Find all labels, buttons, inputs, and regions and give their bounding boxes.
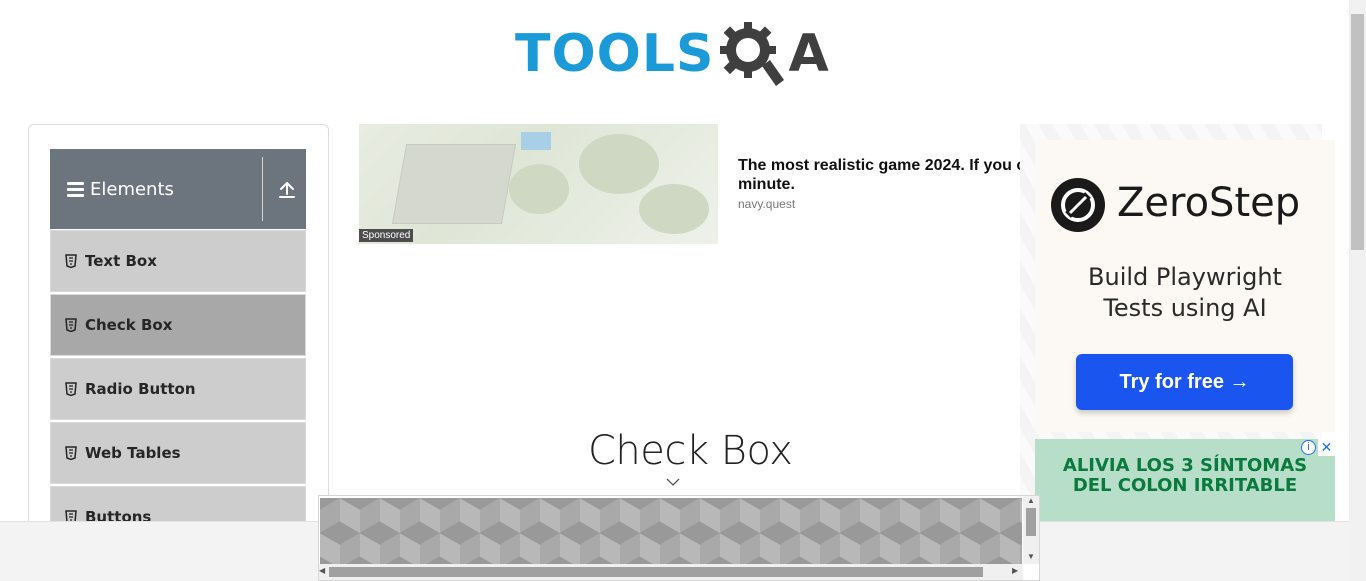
ad-image-vehicle — [391, 144, 517, 224]
tagline-line-1: Build Playwright — [1088, 263, 1282, 291]
try-for-free-button[interactable]: Try for free → — [1076, 354, 1293, 410]
scroll-left-arrow-icon[interactable]: ◀ — [319, 566, 325, 575]
menu-item-radio-button[interactable]: Radio Button — [50, 358, 306, 420]
sponsored-badge: Sponsored — [359, 229, 414, 242]
page-scrollbar-thumb[interactable] — [1351, 14, 1364, 250]
group-title: Elements — [90, 178, 174, 200]
ad-image-flag — [521, 132, 551, 150]
elements-menu: Text Box Check Box Radio Button Web Tabl… — [50, 230, 306, 543]
zerostep-logo-icon — [1051, 178, 1105, 232]
menu-item-check-box[interactable]: Check Box — [50, 294, 306, 356]
bottom-ad-horizontal-scrollbar[interactable]: ◀ ▶ — [319, 564, 1023, 580]
menu-item-web-tables[interactable]: Web Tables — [50, 422, 306, 484]
ad-image-tree — [509, 164, 569, 214]
zerostep-tagline: Build Playwright Tests using AI — [1035, 262, 1335, 324]
hamburger-icon — [67, 179, 84, 200]
toolsqa-logo[interactable]: TOOLS A — [515, 14, 829, 94]
zerostep-ad[interactable]: ZeroStep Build Playwright Tests using AI… — [1035, 140, 1335, 432]
bottom-ad-pattern — [320, 498, 1022, 564]
gear-search-icon — [720, 22, 785, 86]
html5-doc-icon — [65, 446, 77, 460]
scrollbar-thumb[interactable] — [329, 567, 983, 577]
scrollbar-thumb[interactable] — [1026, 508, 1036, 536]
collapse-upload-icon[interactable] — [276, 179, 298, 201]
page: TOOLS A Elements Text Box Check Box Radi… — [0, 0, 1366, 581]
logo-text: TOOLS — [515, 24, 715, 84]
sponsored-ad-title[interactable]: The most realistic game 2024. If you c — [738, 156, 1028, 176]
sponsored-ad-source[interactable]: navy.quest — [738, 197, 795, 211]
page-title: Check Box — [588, 428, 793, 474]
menu-item-text-box[interactable]: Text Box — [50, 230, 306, 292]
logo-suffix: A — [788, 24, 829, 84]
html5-doc-icon — [65, 254, 77, 268]
scroll-down-arrow-icon[interactable]: ▼ — [1027, 552, 1035, 561]
menu-item-label: Text Box — [85, 252, 157, 270]
menu-item-label: Web Tables — [85, 444, 181, 462]
menu-item-label: Check Box — [85, 316, 173, 334]
colon-ad-line-2: DEL COLON IRRITABLE — [1072, 475, 1298, 496]
zerostep-mark-icon — [1061, 188, 1095, 222]
elements-group-header[interactable]: Elements — [50, 149, 306, 229]
sponsored-ad-title-continued[interactable]: minute. — [738, 176, 795, 194]
header-divider — [262, 157, 263, 221]
sponsored-ad-image[interactable] — [359, 124, 718, 244]
scroll-right-arrow-icon[interactable]: ▶ — [1012, 566, 1018, 575]
colon-ad-line-1: ALIVIA LOS 3 SÍNTOMAS — [1062, 455, 1308, 476]
left-panel: Elements Text Box Check Box Radio Button — [28, 124, 329, 544]
bottom-ad-vertical-scrollbar[interactable]: ▲ ▼ — [1023, 496, 1039, 564]
ad-info-icon[interactable]: i — [1301, 440, 1316, 455]
ad-image-tree — [639, 184, 709, 234]
zerostep-brand: ZeroStep — [1117, 180, 1301, 226]
bottom-ad-frame[interactable]: ▲ ▼ ◀ ▶ — [318, 495, 1040, 581]
chevron-down-icon — [666, 478, 680, 486]
menu-item-label: Radio Button — [85, 380, 196, 398]
ad-close-icon[interactable]: ✕ — [1318, 439, 1335, 456]
ad-image-tree — [579, 134, 659, 194]
scroll-up-arrow-icon[interactable]: ▲ — [1027, 496, 1035, 505]
html5-doc-icon — [65, 318, 77, 332]
tagline-line-2: Tests using AI — [1103, 294, 1267, 322]
html5-doc-icon — [65, 382, 77, 396]
colon-ad[interactable]: ALIVIA LOS 3 SÍNTOMAS DEL COLON IRRITABL… — [1035, 439, 1335, 529]
page-vertical-scrollbar[interactable] — [1349, 0, 1366, 581]
